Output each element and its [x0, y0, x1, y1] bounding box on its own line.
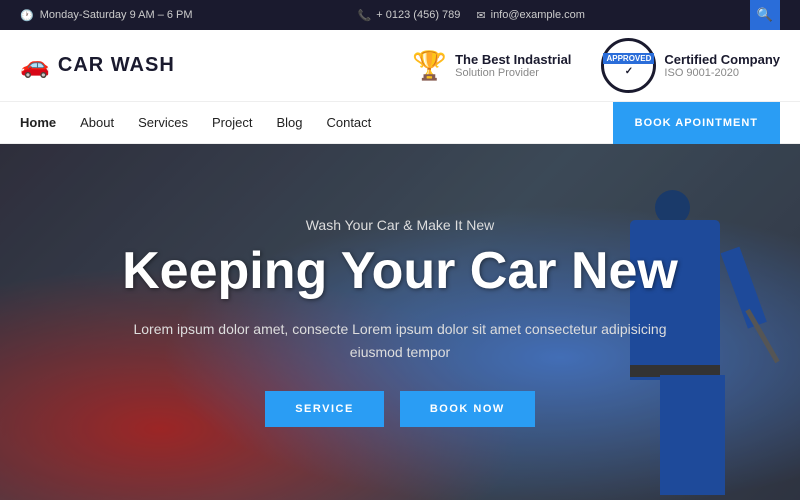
badge-industrial-title: The Best Indastrial: [455, 52, 571, 67]
badge-certified-sub: ISO 9001-2020: [664, 67, 780, 79]
stamp-check: ✓: [625, 66, 633, 78]
nav-services[interactable]: Services: [138, 115, 188, 130]
search-icon: 🔍: [757, 7, 773, 23]
search-button[interactable]: 🔍: [750, 0, 780, 30]
nav-contact[interactable]: Contact: [326, 115, 371, 130]
nav-home[interactable]: Home: [20, 115, 56, 130]
logo[interactable]: 🚗 CAR WASH: [20, 51, 175, 80]
badge-industrial: 🏆 The Best Indastrial Solution Provider: [412, 49, 571, 82]
nav-blog[interactable]: Blog: [276, 115, 302, 130]
hero-buttons: SERVICE BOOK NOW: [120, 391, 680, 427]
email-info: ✉ info@example.com: [476, 9, 585, 22]
hero-section: Wash Your Car & Make It New Keeping Your…: [0, 144, 800, 500]
business-hours: Monday-Saturday 9 AM – 6 PM: [40, 9, 193, 21]
badge-certified-title: Certified Company: [664, 52, 780, 67]
top-bar-left: 🕐 Monday-Saturday 9 AM – 6 PM: [20, 9, 193, 22]
header-badges: 🏆 The Best Indastrial Solution Provider …: [412, 38, 780, 93]
stamp: APPROVED ✓: [601, 38, 656, 93]
phone-info: 📞 + 0123 (456) 789: [358, 9, 461, 22]
hero-title: Keeping Your Car New: [120, 243, 680, 300]
logo-text: CAR WASH: [58, 54, 175, 77]
hero-content: Wash Your Car & Make It New Keeping Your…: [100, 217, 700, 427]
badge-industrial-sub: Solution Provider: [455, 67, 571, 79]
hours-icon: 🕐: [20, 9, 34, 22]
badge-certified: APPROVED ✓ Certified Company ISO 9001-20…: [601, 38, 780, 93]
book-appointment-button[interactable]: BOOK APOINTMENT: [613, 102, 780, 144]
email-address: info@example.com: [491, 9, 585, 21]
hero-description: Lorem ipsum dolor amet, consecte Lorem i…: [120, 318, 680, 363]
stamp-approved: APPROVED: [603, 53, 654, 65]
trophy-icon: 🏆: [412, 49, 447, 82]
top-bar: 🕐 Monday-Saturday 9 AM – 6 PM 📞 + 0123 (…: [0, 0, 800, 30]
service-button[interactable]: SERVICE: [265, 391, 384, 427]
top-bar-center: 📞 + 0123 (456) 789 ✉ info@example.com: [358, 9, 585, 22]
logo-icon: 🚗: [20, 51, 50, 80]
nav-project[interactable]: Project: [212, 115, 252, 130]
badge-industrial-info: The Best Indastrial Solution Provider: [455, 52, 571, 79]
nav-links: Home About Services Project Blog Contact: [20, 115, 371, 130]
navigation: Home About Services Project Blog Contact…: [0, 102, 800, 144]
header: 🚗 CAR WASH 🏆 The Best Indastrial Solutio…: [0, 30, 800, 102]
nav-about[interactable]: About: [80, 115, 114, 130]
phone-number: + 0123 (456) 789: [376, 9, 460, 21]
book-now-button[interactable]: BOOK NOW: [400, 391, 535, 427]
hero-subtitle: Wash Your Car & Make It New: [120, 217, 680, 233]
email-icon: ✉: [476, 9, 485, 22]
phone-icon: 📞: [358, 9, 372, 22]
badge-certified-info: Certified Company ISO 9001-2020: [664, 52, 780, 79]
